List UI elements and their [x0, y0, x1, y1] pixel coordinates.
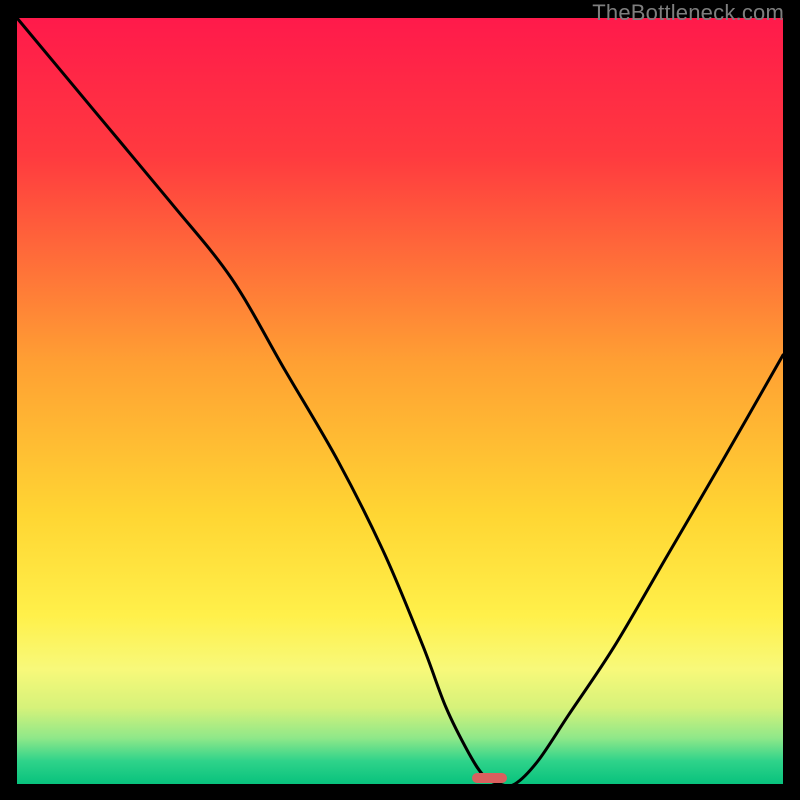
chart-frame: TheBottleneck.com	[0, 0, 800, 800]
plot-area	[17, 18, 783, 784]
watermark-text: TheBottleneck.com	[592, 0, 784, 26]
bottleneck-curve	[17, 18, 783, 784]
optimum-marker	[472, 773, 506, 783]
